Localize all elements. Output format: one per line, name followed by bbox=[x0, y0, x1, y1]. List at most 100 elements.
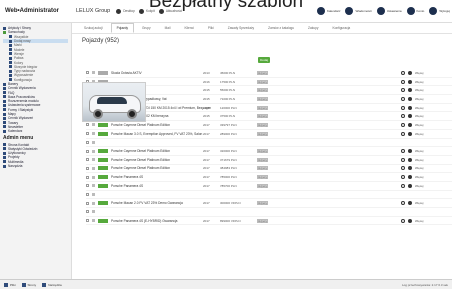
row-checkbox[interactable] bbox=[86, 201, 89, 205]
vehicle-name[interactable]: Porsche Panamera 4S bbox=[111, 184, 211, 188]
status-badge[interactable]: Aktywny bbox=[257, 70, 268, 75]
table-row[interactable]: Porsche Cayenne Diesel Platinum Edition 2… bbox=[86, 121, 452, 130]
status-badge[interactable]: Aktywny bbox=[257, 79, 268, 84]
status-badge[interactable]: Aktywny bbox=[257, 96, 268, 101]
gear-icon[interactable] bbox=[408, 166, 412, 171]
table-row[interactable] bbox=[86, 208, 452, 217]
status-badge[interactable]: Aktywny bbox=[257, 131, 268, 136]
row-checkbox[interactable] bbox=[86, 71, 89, 75]
status-badge[interactable]: Aktywny bbox=[257, 114, 268, 119]
gear-icon[interactable] bbox=[408, 201, 412, 206]
vehicle-name[interactable]: Skoda Octavia AKTIV bbox=[111, 71, 211, 75]
more-link[interactable]: Więcej bbox=[415, 114, 423, 118]
status-badge[interactable]: Aktywny bbox=[257, 122, 268, 127]
more-link[interactable]: Więcej bbox=[415, 175, 423, 179]
bottom-bar-item[interactable]: Pliki bbox=[4, 282, 16, 287]
add-vehicle-button[interactable]: Dodaj bbox=[258, 57, 270, 63]
content-tab[interactable]: Szukaj aukcji bbox=[78, 23, 109, 33]
search-icon[interactable] bbox=[401, 218, 405, 223]
more-link[interactable]: Więcej bbox=[415, 184, 423, 188]
admin-menu-item[interactable]: Narzędzia bbox=[3, 164, 68, 168]
row-checkbox[interactable] bbox=[86, 210, 89, 214]
search-icon[interactable] bbox=[401, 166, 405, 171]
favorite-icon[interactable] bbox=[92, 166, 95, 170]
more-link[interactable]: Więcej bbox=[415, 88, 423, 92]
row-checkbox[interactable] bbox=[86, 166, 89, 170]
favorite-icon[interactable] bbox=[92, 132, 95, 136]
favorite-icon[interactable] bbox=[92, 192, 95, 196]
more-link[interactable]: Więcej bbox=[415, 71, 423, 75]
gear-icon[interactable] bbox=[408, 131, 412, 136]
favorite-icon[interactable] bbox=[92, 184, 95, 188]
table-row[interactable]: Porsche Panamera 4S 2017 785700 PLN Aktywny… bbox=[86, 182, 452, 191]
status-badge[interactable]: Aktywny bbox=[257, 149, 268, 154]
row-checkbox[interactable] bbox=[86, 192, 89, 196]
content-tab[interactable]: Zasady Sprzedaży bbox=[222, 23, 260, 33]
content-tab[interactable]: Klienci bbox=[179, 23, 200, 33]
status-badge[interactable]: Aktywny bbox=[257, 175, 268, 180]
favorite-icon[interactable] bbox=[92, 123, 95, 127]
search-icon[interactable] bbox=[401, 201, 405, 206]
more-link[interactable]: Więcej bbox=[415, 97, 423, 101]
status-badge[interactable]: Aktywny bbox=[257, 88, 268, 93]
gear-icon[interactable] bbox=[408, 175, 412, 180]
bottom-bar-item[interactable]: Strony bbox=[21, 282, 36, 287]
row-checkbox[interactable] bbox=[86, 132, 89, 136]
search-icon[interactable] bbox=[401, 96, 405, 101]
row-checkbox[interactable] bbox=[86, 175, 89, 179]
content-tab[interactable]: Grupy bbox=[136, 23, 157, 33]
gear-icon[interactable] bbox=[408, 96, 412, 101]
search-icon[interactable] bbox=[401, 88, 405, 93]
status-badge[interactable]: Aktywny bbox=[257, 201, 268, 206]
more-link[interactable]: Więcej bbox=[415, 132, 423, 136]
gear-icon[interactable] bbox=[408, 114, 412, 119]
search-icon[interactable] bbox=[401, 114, 405, 119]
row-checkbox[interactable] bbox=[86, 140, 89, 144]
favorite-icon[interactable] bbox=[92, 158, 95, 162]
gear-icon[interactable] bbox=[408, 88, 412, 93]
search-icon[interactable] bbox=[401, 149, 405, 154]
search-icon[interactable] bbox=[401, 175, 405, 180]
row-checkbox[interactable] bbox=[86, 184, 89, 188]
search-icon[interactable] bbox=[401, 157, 405, 162]
table-row[interactable]: Porsche Cayenne Diesel Platinum Edition 2… bbox=[86, 147, 452, 156]
bottom-bar-item[interactable]: Narzędzia bbox=[42, 282, 62, 287]
table-row[interactable] bbox=[86, 191, 452, 200]
content-tab[interactable]: Mail bbox=[159, 23, 177, 33]
gear-icon[interactable] bbox=[408, 79, 412, 84]
gear-icon[interactable] bbox=[408, 183, 412, 188]
search-icon[interactable] bbox=[401, 79, 405, 84]
gear-icon[interactable] bbox=[408, 149, 412, 154]
status-badge[interactable]: Aktywny bbox=[257, 157, 268, 162]
favorite-icon[interactable] bbox=[92, 201, 95, 205]
sidebar-item[interactable]: Kalendarz bbox=[3, 129, 68, 133]
vehicle-name[interactable]: Porsche Cayenne Diesel Platinum Edition bbox=[111, 149, 211, 153]
vehicle-name[interactable]: Porsche Macan 2.0 FV VAT 23% Demo Gwaran… bbox=[111, 201, 211, 205]
more-link[interactable]: Więcej bbox=[415, 149, 423, 153]
more-link[interactable]: Więcej bbox=[415, 158, 423, 162]
gear-icon[interactable] bbox=[408, 122, 412, 127]
content-tab[interactable]: Zakupy bbox=[302, 23, 324, 33]
status-badge[interactable]: Aktywny bbox=[257, 183, 268, 188]
table-row[interactable]: Porsche Panamera 4S 2017 785000 PLN Aktywny… bbox=[86, 173, 452, 182]
table-row[interactable]: Porsche Cayenne Diesel Platinum Edition 2… bbox=[86, 156, 452, 165]
table-row[interactable]: Porsche Macan 2.0 FV VAT 23% Demo Gwaran… bbox=[86, 199, 452, 208]
row-checkbox[interactable] bbox=[86, 158, 89, 162]
row-checkbox[interactable] bbox=[86, 123, 89, 127]
status-badge[interactable]: Aktywny bbox=[257, 105, 268, 110]
gear-icon[interactable] bbox=[408, 70, 412, 75]
status-badge[interactable]: Aktywny bbox=[257, 166, 268, 171]
gear-icon[interactable] bbox=[408, 157, 412, 162]
content-tab[interactable]: Pliki bbox=[202, 23, 220, 33]
vehicle-name[interactable]: Porsche Macan 3.0 S, Exemption Approved,… bbox=[111, 132, 211, 136]
search-icon[interactable] bbox=[401, 183, 405, 188]
more-link[interactable]: Więcej bbox=[415, 219, 423, 223]
more-link[interactable]: Więcej bbox=[415, 80, 423, 84]
favorite-icon[interactable] bbox=[92, 175, 95, 179]
table-row[interactable]: Porsche Macan 3.0 S, Exemption Approved,… bbox=[86, 130, 452, 139]
table-row[interactable]: Porsche Cayenne Diesel Platinum Edition 2… bbox=[86, 165, 452, 174]
favorite-icon[interactable] bbox=[92, 210, 95, 214]
table-row[interactable] bbox=[86, 139, 452, 148]
table-row[interactable]: Porsche Panamera 4S (E-HYBRID) Gwarancja… bbox=[86, 217, 452, 226]
row-checkbox[interactable] bbox=[86, 149, 89, 153]
